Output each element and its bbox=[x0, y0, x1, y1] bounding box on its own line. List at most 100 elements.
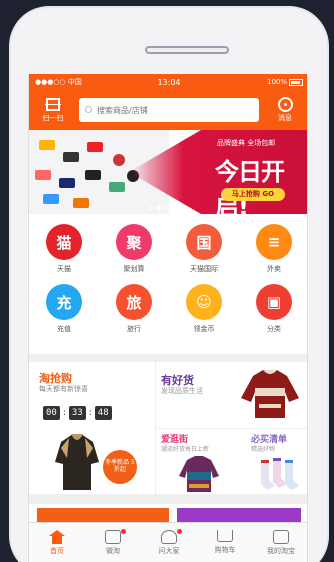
juhuasuan-icon: 聚 bbox=[116, 224, 152, 260]
category-label: 分类 bbox=[267, 325, 281, 333]
countdown-minutes: 33 bbox=[68, 406, 86, 420]
brand-logo bbox=[35, 170, 51, 180]
takeout-icon: ≡ bbox=[256, 224, 292, 260]
travel-icon: 旅 bbox=[116, 284, 152, 320]
tab-home[interactable]: 首页 bbox=[29, 523, 85, 562]
promo-badge[interactable]: 冬季新品 5折起 bbox=[103, 450, 137, 484]
search-wrap bbox=[71, 98, 267, 122]
category-label: 旅行 bbox=[127, 325, 141, 333]
brand-logo bbox=[39, 140, 55, 150]
category-label: 外卖 bbox=[267, 265, 281, 273]
shopping-list-subtitle: 精选好物 bbox=[251, 446, 276, 453]
category-grid: 猫 天猫 聚 聚划算 国 天猫国际 ≡ 外卖 充 充值 旅 旅行 ☺ 领金币 ▣ bbox=[29, 214, 307, 354]
category-travel[interactable]: 旅 旅行 bbox=[99, 284, 169, 344]
category-juhuasuan[interactable]: 聚 聚划算 bbox=[99, 224, 169, 284]
home-icon bbox=[49, 529, 65, 544]
category-glyph: ☺ bbox=[196, 293, 212, 311]
user-icon bbox=[273, 529, 289, 544]
promo-strip-orange[interactable] bbox=[37, 508, 169, 522]
recharge-icon: 充 bbox=[46, 284, 82, 320]
category-glyph: 旅 bbox=[126, 293, 142, 312]
sweater-product-image[interactable] bbox=[237, 366, 303, 422]
promo-section: 淘抢购 每天都有新惊喜 00 : 33 : 48 冬季新品 5折起 有好货 发现… bbox=[29, 362, 307, 494]
countdown-hours: 00 bbox=[43, 406, 60, 420]
promo-divider bbox=[155, 428, 307, 429]
carrier-label: ●●●○○ 中国 bbox=[35, 78, 82, 86]
street-shopping-subtitle: 潮流好货每日上新 bbox=[161, 446, 210, 453]
coat-product-image[interactable] bbox=[175, 454, 223, 494]
banner-pager-dots[interactable] bbox=[149, 206, 169, 210]
category-tmall-global[interactable]: 国 天猫国际 bbox=[169, 224, 239, 284]
flash-sale-subtitle: 每天都有新惊喜 bbox=[39, 385, 88, 393]
tab-label: 首页 bbox=[50, 546, 64, 555]
top-header: 扫一扫 消息 bbox=[29, 90, 307, 130]
countdown-timer: 00 : 33 : 48 bbox=[43, 406, 112, 420]
brand-logo bbox=[63, 152, 79, 162]
scan-button[interactable]: 扫一扫 bbox=[35, 97, 71, 123]
category-glyph: 国 bbox=[196, 233, 212, 252]
message-button[interactable]: 消息 bbox=[267, 97, 303, 123]
tab-label: 微淘 bbox=[106, 546, 120, 555]
promo-banner[interactable]: 品牌盛典 全场包邮 今日开启! 马上抢购 GO bbox=[29, 130, 307, 214]
brand-logo bbox=[73, 198, 89, 208]
banner-subtitle: 品牌盛典 全场包邮 bbox=[217, 139, 276, 147]
search-input[interactable] bbox=[79, 98, 259, 122]
scan-icon bbox=[45, 97, 61, 111]
category-tmall[interactable]: 猫 天猫 bbox=[29, 224, 99, 284]
category-label: 领金币 bbox=[193, 325, 215, 333]
brand-logo bbox=[87, 142, 103, 152]
tab-my-taobao[interactable]: 我的淘宝 bbox=[253, 523, 307, 562]
message-icon bbox=[277, 97, 293, 112]
brand-logo bbox=[59, 178, 75, 188]
tab-label: 我的淘宝 bbox=[267, 546, 295, 555]
section-divider bbox=[29, 354, 307, 362]
countdown-seconds: 48 bbox=[94, 406, 112, 420]
socks-product-image[interactable] bbox=[257, 456, 301, 492]
tab-weitao[interactable]: 微淘 bbox=[85, 523, 141, 562]
coins-icon: ☺ bbox=[186, 284, 222, 320]
phone-speaker bbox=[145, 46, 229, 54]
category-recharge[interactable]: 充 充值 bbox=[29, 284, 99, 344]
bottom-tab-bar: 首页 微淘 问大家 购物车 我的淘宝 bbox=[29, 522, 307, 562]
questions-icon bbox=[161, 529, 177, 544]
pager-dot bbox=[165, 206, 169, 210]
cart-icon bbox=[217, 530, 233, 542]
category-label: 聚划算 bbox=[123, 265, 145, 273]
category-label: 充值 bbox=[57, 325, 71, 333]
category-label: 天猫国际 bbox=[190, 265, 218, 273]
battery-icon bbox=[289, 78, 303, 86]
category-takeout[interactable]: ≡ 外卖 bbox=[239, 224, 307, 284]
tab-label: 购物车 bbox=[214, 546, 236, 554]
brand-logo bbox=[43, 194, 59, 204]
brand-logo bbox=[85, 170, 101, 180]
brand-logo bbox=[109, 182, 125, 192]
category-glyph: 猫 bbox=[56, 233, 72, 252]
pager-dot bbox=[149, 206, 153, 210]
promo-strip-purple[interactable] bbox=[177, 508, 301, 522]
notification-dot bbox=[121, 529, 126, 534]
jacket-product-image[interactable] bbox=[47, 428, 107, 492]
tmall-icon: 猫 bbox=[46, 224, 82, 260]
category-coins[interactable]: ☺ 领金币 bbox=[169, 284, 239, 344]
scan-label: 扫一扫 bbox=[42, 113, 64, 122]
brand-logo bbox=[113, 154, 125, 166]
pager-dot bbox=[157, 206, 161, 210]
category-glyph: ≡ bbox=[267, 233, 281, 251]
category-label: 天猫 bbox=[57, 265, 71, 273]
notification-dot bbox=[177, 529, 182, 534]
tmall-global-icon: 国 bbox=[186, 224, 222, 260]
category-all-icon: ▣ bbox=[256, 284, 292, 320]
category-glyph: ▣ bbox=[266, 293, 282, 311]
message-label: 消息 bbox=[278, 114, 292, 122]
battery-label: 100% bbox=[266, 78, 287, 86]
app-screen: ●●●○○ 中国 13:04 100% 扫一扫 消息 bbox=[28, 74, 308, 562]
battery-indicator: 100% bbox=[233, 78, 303, 86]
tab-cart[interactable]: 购物车 bbox=[197, 523, 253, 562]
good-items-subtitle: 发现品质生活 bbox=[161, 387, 203, 395]
search-icon bbox=[85, 106, 92, 113]
tab-questions[interactable]: 问大家 bbox=[141, 523, 197, 562]
category-all[interactable]: ▣ 分类 bbox=[239, 284, 307, 344]
countdown-separator: : bbox=[88, 408, 92, 418]
banner-cta-button[interactable]: 马上抢购 GO bbox=[221, 188, 285, 201]
status-time: 13:04 bbox=[157, 77, 181, 87]
